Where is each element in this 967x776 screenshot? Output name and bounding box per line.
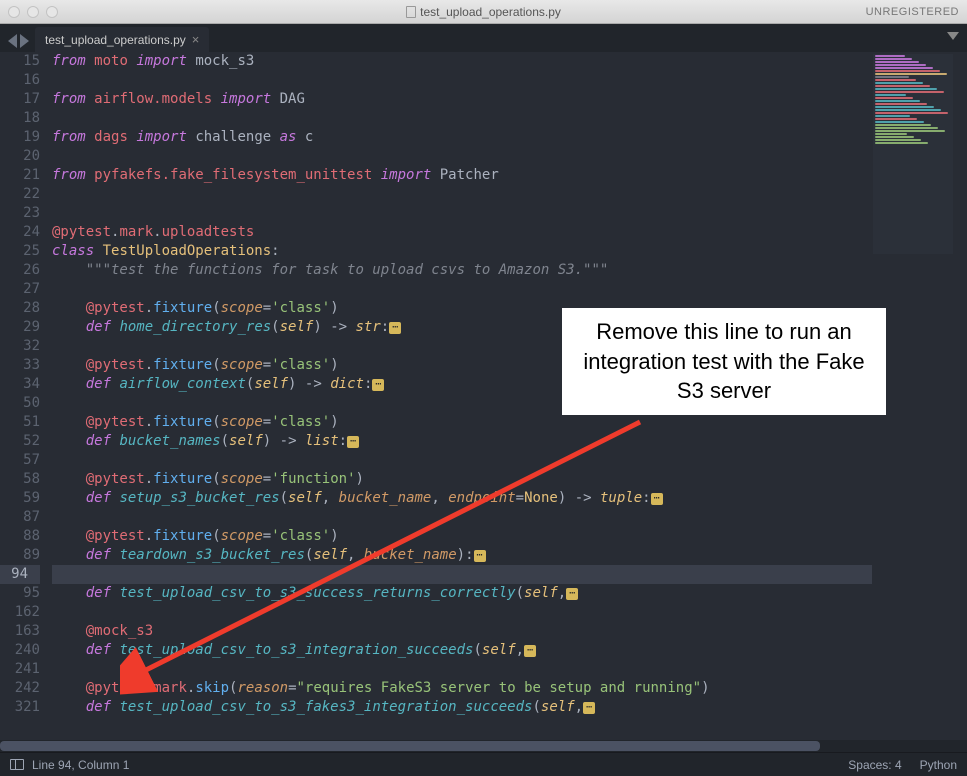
line-number[interactable]: 26 xyxy=(0,261,40,280)
horizontal-scrollbar[interactable] xyxy=(0,740,967,752)
line-number[interactable]: 321 xyxy=(0,698,40,717)
line-number[interactable]: 15 xyxy=(0,52,40,71)
tab-label: test_upload_operations.py xyxy=(45,33,186,47)
tab-close-icon[interactable]: × xyxy=(192,32,200,47)
code-line[interactable]: @pytest.fixture(scope='class') xyxy=(52,413,872,432)
line-number[interactable]: 95 xyxy=(0,584,40,603)
window-title: test_upload_operations.py xyxy=(0,5,967,19)
line-number[interactable]: 87 xyxy=(0,508,40,527)
tab-bar: test_upload_operations.py × xyxy=(0,24,967,52)
nav-back-icon[interactable] xyxy=(8,34,17,48)
line-number[interactable]: 94 xyxy=(0,565,40,584)
title-filename: test_upload_operations.py xyxy=(420,5,561,19)
file-tab[interactable]: test_upload_operations.py × xyxy=(35,27,209,52)
code-line[interactable]: @pytest.fixture(scope='function') xyxy=(52,470,872,489)
line-number[interactable]: 32 xyxy=(0,337,40,356)
minimap[interactable] xyxy=(873,54,953,254)
line-number[interactable]: 89 xyxy=(0,546,40,565)
line-number[interactable]: 51 xyxy=(0,413,40,432)
code-line[interactable] xyxy=(52,204,872,223)
line-number[interactable]: 29 xyxy=(0,318,40,337)
line-number[interactable]: 23 xyxy=(0,204,40,223)
line-number[interactable]: 34 xyxy=(0,375,40,394)
line-number[interactable]: 21 xyxy=(0,166,40,185)
line-number[interactable]: 22 xyxy=(0,185,40,204)
line-number[interactable]: 240 xyxy=(0,641,40,660)
code-line[interactable]: def bucket_names(self) -> list:⋯ xyxy=(52,432,872,451)
code-line[interactable]: from moto import mock_s3 xyxy=(52,52,872,71)
code-line[interactable]: def setup_s3_bucket_res(self, bucket_nam… xyxy=(52,489,872,508)
nav-arrows xyxy=(6,34,35,52)
line-number[interactable]: 241 xyxy=(0,660,40,679)
line-number[interactable]: 18 xyxy=(0,109,40,128)
code-line[interactable] xyxy=(52,660,872,679)
code-line[interactable]: @pytest.mark.skip(reason="requires FakeS… xyxy=(52,679,872,698)
code-line[interactable] xyxy=(52,109,872,128)
code-line[interactable]: @pytest.fixture(scope='class') xyxy=(52,527,872,546)
indentation-setting[interactable]: Spaces: 4 xyxy=(848,758,901,772)
line-number[interactable]: 27 xyxy=(0,280,40,299)
window-titlebar: test_upload_operations.py UNREGISTERED xyxy=(0,0,967,24)
line-number[interactable]: 59 xyxy=(0,489,40,508)
code-line[interactable] xyxy=(52,717,872,736)
annotation-callout: Remove this line to run an integration t… xyxy=(562,308,886,415)
line-number[interactable]: 24 xyxy=(0,223,40,242)
code-line[interactable]: @pytest.mark.uploadtests xyxy=(52,223,872,242)
panel-toggle-icon[interactable] xyxy=(10,759,24,770)
line-number[interactable]: 25 xyxy=(0,242,40,261)
horizontal-scrollbar-thumb[interactable] xyxy=(0,741,820,751)
code-line[interactable]: from pyfakefs.fake_filesystem_unittest i… xyxy=(52,166,872,185)
line-number[interactable]: 20 xyxy=(0,147,40,166)
code-line[interactable] xyxy=(52,508,872,527)
line-number[interactable]: 17 xyxy=(0,90,40,109)
code-line[interactable]: def teardown_s3_bucket_res(self, bucket_… xyxy=(52,546,872,565)
code-line[interactable] xyxy=(52,603,872,622)
status-bar: Line 94, Column 1 Spaces: 4 Python xyxy=(0,752,967,776)
code-line[interactable]: @mock_s3 xyxy=(52,622,872,641)
code-line[interactable]: from dags import challenge as c xyxy=(52,128,872,147)
code-line[interactable]: def test_upload_csv_to_s3_success_return… xyxy=(52,584,872,603)
line-number[interactable]: 50 xyxy=(0,394,40,413)
line-number[interactable]: 162 xyxy=(0,603,40,622)
code-line[interactable]: def test_upload_csv_to_s3_fakes3_integra… xyxy=(52,698,872,717)
line-number[interactable]: 242 xyxy=(0,679,40,698)
code-line[interactable]: class TestUploadOperations: xyxy=(52,242,872,261)
syntax-setting[interactable]: Python xyxy=(920,758,957,772)
code-line[interactable] xyxy=(52,451,872,470)
code-line[interactable]: from airflow.models import DAG xyxy=(52,90,872,109)
line-number-gutter[interactable]: 1516171819202122232425262728293233345051… xyxy=(0,52,52,752)
line-number[interactable]: 163 xyxy=(0,622,40,641)
tab-menu-chevron-icon[interactable] xyxy=(947,32,959,40)
code-line[interactable]: """test the functions for task to upload… xyxy=(52,261,872,280)
code-line[interactable] xyxy=(52,147,872,166)
line-number[interactable]: 52 xyxy=(0,432,40,451)
nav-forward-icon[interactable] xyxy=(20,34,29,48)
code-line[interactable] xyxy=(52,280,872,299)
line-number[interactable]: 19 xyxy=(0,128,40,147)
line-number[interactable]: 28 xyxy=(0,299,40,318)
cursor-position[interactable]: Line 94, Column 1 xyxy=(32,758,129,772)
code-line[interactable] xyxy=(52,185,872,204)
line-number[interactable]: 16 xyxy=(0,71,40,90)
file-icon xyxy=(406,6,416,18)
code-line[interactable]: def test_upload_csv_to_s3_integration_su… xyxy=(52,641,872,660)
line-number[interactable]: 33 xyxy=(0,356,40,375)
line-number[interactable]: 58 xyxy=(0,470,40,489)
line-number[interactable]: 57 xyxy=(0,451,40,470)
code-line[interactable] xyxy=(52,71,872,90)
line-number[interactable]: 88 xyxy=(0,527,40,546)
code-line[interactable] xyxy=(52,565,872,584)
